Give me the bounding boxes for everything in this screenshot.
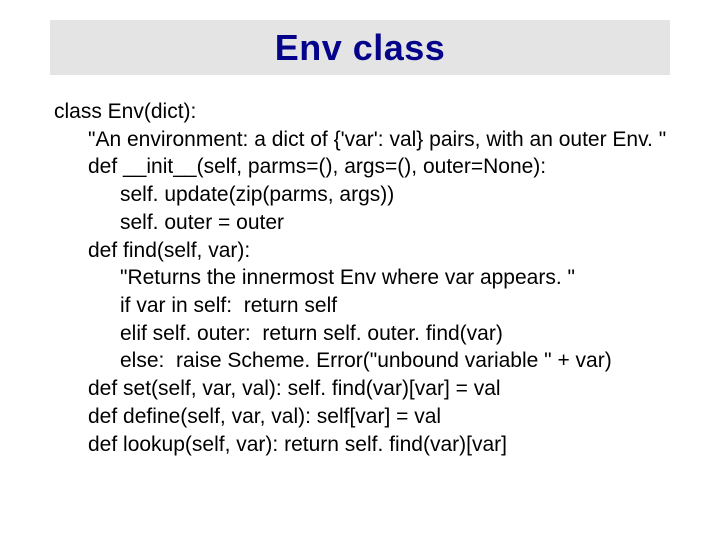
- code-line: def define(self, var, val): self[var] = …: [54, 403, 674, 431]
- code-line: if var in self: return self: [54, 292, 674, 320]
- slide: Env class class Env(dict): "An environme…: [0, 0, 720, 540]
- code-line: def set(self, var, val): self. find(var)…: [54, 375, 674, 403]
- code-block: class Env(dict): "An environment: a dict…: [54, 98, 674, 458]
- code-line: def lookup(self, var): return self. find…: [54, 431, 674, 459]
- code-line: def find(self, var):: [54, 237, 674, 265]
- code-line: self. outer = outer: [54, 209, 674, 237]
- slide-title: Env class: [275, 27, 446, 69]
- title-band: Env class: [50, 20, 670, 75]
- code-line: "Returns the innermost Env where var app…: [54, 264, 674, 292]
- code-line: else: raise Scheme. Error("unbound varia…: [54, 347, 674, 375]
- code-line: "An environment: a dict of {'var': val} …: [54, 126, 674, 154]
- code-line: elif self. outer: return self. outer. fi…: [54, 320, 674, 348]
- code-line: self. update(zip(parms, args)): [54, 181, 674, 209]
- code-line: def __init__(self, parms=(), args=(), ou…: [54, 153, 674, 181]
- code-line: class Env(dict):: [54, 98, 674, 126]
